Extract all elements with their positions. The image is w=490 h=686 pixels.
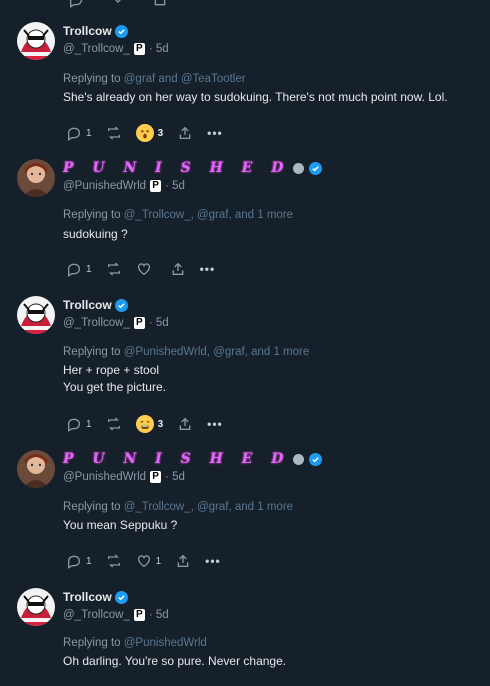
handle[interactable]: @PunishedWrld [63, 471, 146, 483]
retweet-button[interactable] [106, 553, 122, 569]
action-row: 1 1 ••• [66, 551, 221, 571]
replying-mentions[interactable]: @_Trollcow_, @graf, and 1 more [124, 209, 293, 221]
globe-icon [293, 162, 305, 174]
like-button[interactable] [136, 261, 156, 277]
p-badge-icon: P [133, 608, 145, 621]
reply-button[interactable]: 1 [66, 553, 92, 569]
trollcow-avatar[interactable] [17, 588, 55, 626]
verified-badge-icon [114, 590, 128, 604]
heart-icon [137, 555, 150, 568]
reply-text: Oh darling. You're so pure. Never change… [63, 654, 287, 668]
display-name[interactable]: Trollcow [63, 590, 112, 604]
p-badge-icon: P [150, 470, 162, 483]
timestamp[interactable]: · 5d [149, 317, 169, 329]
p-badge-icon: P [133, 316, 145, 329]
reply-count: 1 [86, 418, 92, 430]
verified-badge-icon [114, 298, 128, 312]
handle[interactable]: @_Trollcow_ [63, 609, 130, 621]
timestamp[interactable]: · 5d [165, 471, 185, 483]
retweet-button[interactable] [106, 261, 122, 277]
reply-button[interactable]: 1 [66, 125, 92, 141]
reply-text: Her + rope + stool You get the picture. [63, 363, 166, 394]
verified-badge-icon [114, 24, 128, 38]
handle[interactable]: @_Trollcow_ [63, 317, 130, 329]
display-name[interactable]: Trollcow [63, 298, 112, 312]
punished-avatar[interactable] [17, 450, 55, 488]
more-options-icon[interactable]: ••• [205, 554, 221, 568]
reply-count: 1 [86, 555, 92, 567]
more-options-icon[interactable]: ••• [200, 262, 216, 276]
reaction-count: 3 [157, 418, 164, 430]
reply-button[interactable]: 1 [66, 416, 92, 432]
replying-mentions[interactable]: @_Trollcow_, @graf, and 1 more [124, 501, 293, 513]
share-button[interactable] [177, 416, 193, 432]
reply-text: You mean Seppuku ? [63, 518, 178, 532]
replying-to: Replying to @_Trollcow_, @graf, and 1 mo… [63, 209, 293, 221]
share-button[interactable] [175, 553, 191, 569]
replying-mentions[interactable]: @graf and @TeaTootler [124, 73, 246, 85]
reaction-button[interactable]: 3 [135, 415, 164, 433]
handle[interactable]: @_Trollcow_ [63, 43, 130, 55]
reaction-button[interactable]: 3 [135, 124, 164, 142]
more-options-icon[interactable]: ••• [207, 417, 223, 431]
action-row: 1 3 ••• [66, 414, 223, 434]
punished-avatar[interactable] [17, 159, 55, 197]
display-name[interactable]: P U N I S H E D [63, 451, 290, 467]
handle[interactable]: @PunishedWrld [63, 180, 146, 192]
trollcow-avatar[interactable] [17, 22, 55, 60]
reply-button[interactable]: 1 [66, 261, 92, 277]
more-options-icon[interactable]: ••• [207, 126, 223, 140]
reply-text: She's already on her way to sudokuing. T… [63, 90, 448, 104]
verified-badge-icon [309, 452, 323, 466]
replying-to: Replying to @graf and @TeaTootler [63, 73, 246, 85]
replying-label: Replying to [63, 209, 121, 221]
heart-icon [137, 263, 150, 276]
reply-text: sudokuing ? [63, 227, 128, 241]
p-badge-icon: P [150, 179, 162, 192]
replying-to: Replying to @_Trollcow_, @graf, and 1 mo… [63, 501, 293, 513]
reply-icon[interactable] [68, 0, 84, 13]
timestamp[interactable]: · 5d [149, 609, 169, 621]
action-row: 1 ••• [66, 259, 215, 279]
retweet-button[interactable] [106, 125, 122, 141]
reply-count: 1 [86, 127, 92, 139]
replying-label: Replying to [63, 346, 121, 358]
reply-count: 1 [86, 263, 92, 275]
replying-mentions[interactable]: @PunishedWrld [124, 637, 207, 649]
replying-to: Replying to @PunishedWrld, @graf, and 1 … [63, 346, 309, 358]
like-count: 1 [155, 555, 162, 567]
replying-mentions[interactable]: @PunishedWrld, @graf, and 1 more [124, 346, 310, 358]
share-button[interactable] [170, 261, 186, 277]
trollcow-avatar[interactable] [17, 296, 55, 334]
display-name[interactable]: Trollcow [63, 24, 112, 38]
p-badge-icon: P [133, 42, 145, 55]
timestamp[interactable]: · 5d [165, 180, 185, 192]
replying-label: Replying to [63, 637, 121, 649]
timestamp[interactable]: · 5d [149, 43, 169, 55]
previous-actions-row [68, 0, 168, 13]
replying-label: Replying to [63, 501, 121, 513]
like-button[interactable]: 1 [136, 553, 162, 569]
share-button[interactable] [177, 125, 193, 141]
weary-emoji-icon [135, 415, 154, 433]
replying-to: Replying to @PunishedWrld [63, 637, 207, 649]
share-icon[interactable] [152, 0, 168, 13]
surprised-emoji-icon [135, 124, 154, 142]
display-name[interactable]: P U N I S H E D [63, 160, 290, 176]
reaction-count: 3 [157, 127, 164, 139]
verified-badge-icon [309, 161, 323, 175]
chevron-down-icon[interactable] [110, 0, 126, 13]
retweet-button[interactable] [106, 416, 122, 432]
action-row: 1 3 ••• [66, 123, 223, 143]
globe-icon [293, 453, 305, 465]
replying-label: Replying to [63, 73, 121, 85]
